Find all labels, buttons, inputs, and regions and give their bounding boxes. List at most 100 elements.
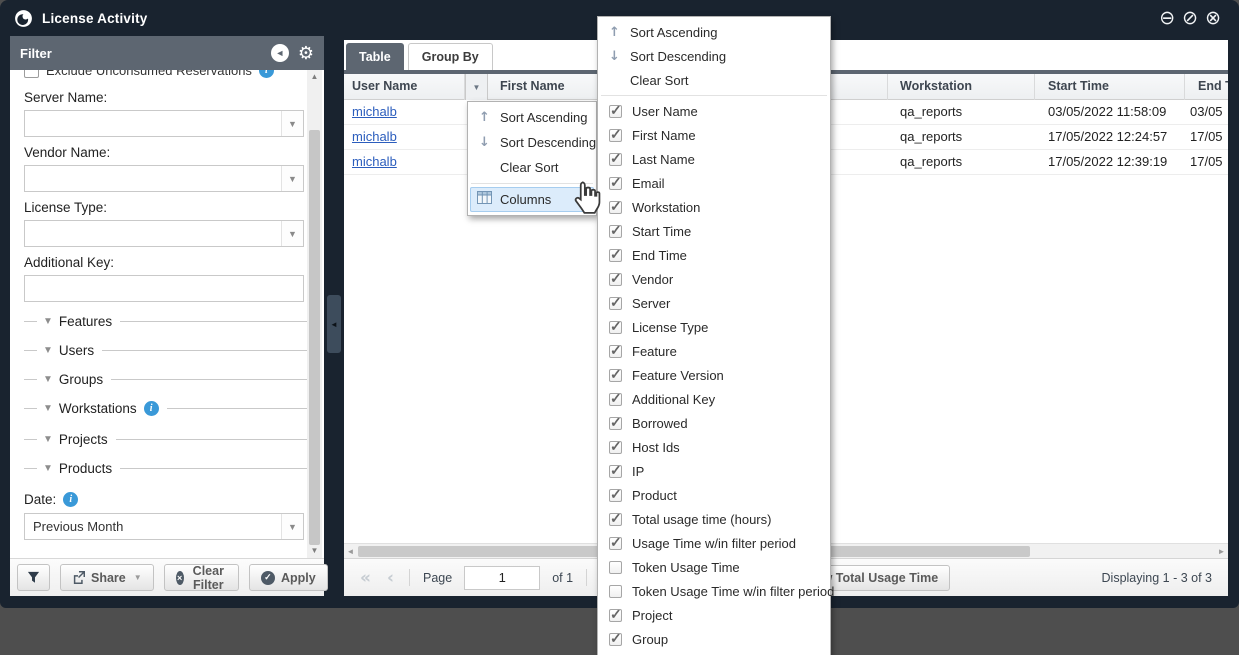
checked-checkbox-icon[interactable]	[609, 105, 622, 118]
checked-checkbox-icon[interactable]	[609, 225, 622, 238]
user-name-link[interactable]: michalb	[352, 154, 397, 169]
menu-item-sort-descending[interactable]: ↓ Sort Descending	[600, 44, 828, 68]
checked-checkbox-icon[interactable]	[609, 153, 622, 166]
checked-checkbox-icon[interactable]	[609, 249, 622, 262]
menu-item-sort-ascending[interactable]: ↑ Sort Ascending	[470, 105, 594, 130]
info-icon[interactable]: i	[63, 492, 78, 507]
section-products[interactable]: ▼ Products	[24, 458, 308, 478]
columns-menu-item[interactable]: Last Name	[600, 147, 828, 171]
menu-item-sort-ascending[interactable]: ↑ Sort Ascending	[600, 20, 828, 44]
columns-menu-item[interactable]: Product	[600, 483, 828, 507]
columns-menu-item[interactable]: Borrowed	[600, 411, 828, 435]
columns-menu-item[interactable]: Total usage time (hours)	[600, 507, 828, 531]
close-icon[interactable]: ⊗	[1205, 9, 1221, 28]
tab-group-by[interactable]: Group By	[408, 43, 493, 70]
column-header-user-name[interactable]: User Name	[344, 74, 465, 100]
scroll-up-icon[interactable]: ▲	[307, 70, 322, 84]
minimize-icon[interactable]: ⊖	[1159, 9, 1175, 28]
menu-item-sort-descending[interactable]: ↓ Sort Descending	[470, 130, 594, 155]
columns-menu-item[interactable]: Additional Key	[600, 387, 828, 411]
columns-menu-item[interactable]: Project	[600, 603, 828, 627]
columns-menu-item[interactable]: Start Time	[600, 219, 828, 243]
scrollbar-thumb[interactable]	[309, 130, 320, 545]
columns-menu-item[interactable]: Group	[600, 627, 828, 651]
clear-filter-button[interactable]: × Clear Filter	[164, 564, 239, 591]
additional-key-input[interactable]	[24, 275, 304, 302]
columns-menu-item[interactable]	[600, 651, 828, 655]
section-projects[interactable]: ▼ Projects	[24, 429, 308, 449]
scroll-right-icon[interactable]: ►	[1215, 544, 1228, 558]
menu-item-columns[interactable]: Columns	[470, 187, 594, 212]
columns-menu-item[interactable]: Host Ids	[600, 435, 828, 459]
section-groups[interactable]: ▼ Groups	[24, 369, 308, 389]
column-header-workstation[interactable]: Workstation	[888, 74, 1035, 100]
vendor-name-combo[interactable]: ▼	[24, 165, 304, 192]
checked-checkbox-icon[interactable]	[609, 513, 622, 526]
columns-menu-item[interactable]: Token Usage Time w/in filter period	[600, 579, 828, 603]
tab-table[interactable]: Table	[346, 43, 404, 70]
column-header-end-time[interactable]: End Time	[1186, 74, 1228, 100]
user-name-link[interactable]: michalb	[352, 129, 397, 144]
date-combo[interactable]: Previous Month ▼	[24, 513, 304, 540]
columns-menu-item[interactable]: First Name	[600, 123, 828, 147]
info-icon[interactable]: i	[144, 401, 159, 416]
columns-menu-item[interactable]: License Type	[600, 315, 828, 339]
server-name-combo[interactable]: ▼	[24, 110, 304, 137]
columns-menu-item[interactable]: Feature Version	[600, 363, 828, 387]
section-features[interactable]: ▼ Features	[24, 311, 308, 331]
checked-checkbox-icon[interactable]	[609, 129, 622, 142]
filter-scrollbar[interactable]: ▲ ▼	[307, 70, 322, 558]
checked-checkbox-icon[interactable]	[609, 441, 622, 454]
checked-checkbox-icon[interactable]	[609, 177, 622, 190]
checked-checkbox-icon[interactable]	[609, 345, 622, 358]
unchecked-checkbox-icon[interactable]	[609, 561, 622, 574]
checkbox-icon[interactable]	[24, 70, 39, 78]
license-type-combo[interactable]: ▼	[24, 220, 304, 247]
scroll-down-icon[interactable]: ▼	[307, 544, 322, 558]
share-button[interactable]: Share ▼	[60, 564, 154, 591]
page-number-input[interactable]	[464, 566, 540, 590]
columns-menu-item[interactable]: Vendor	[600, 267, 828, 291]
checked-checkbox-icon[interactable]	[609, 465, 622, 478]
chevron-down-icon[interactable]: ▼	[281, 166, 303, 191]
checked-checkbox-icon[interactable]	[609, 633, 622, 646]
columns-menu-item[interactable]: Email	[600, 171, 828, 195]
column-menu-trigger[interactable]: ▼	[465, 74, 488, 100]
columns-menu-item[interactable]: User Name	[600, 99, 828, 123]
column-header-start-time[interactable]: Start Time	[1036, 74, 1185, 100]
user-name-link[interactable]: michalb	[352, 104, 397, 119]
columns-menu-item[interactable]: End Time	[600, 243, 828, 267]
collapse-panel-icon[interactable]: ◄	[271, 44, 289, 62]
checked-checkbox-icon[interactable]	[609, 489, 622, 502]
filter-button[interactable]	[17, 564, 50, 591]
columns-menu-item[interactable]: Feature	[600, 339, 828, 363]
chevron-down-icon[interactable]: ▼	[281, 221, 303, 246]
unchecked-checkbox-icon[interactable]	[609, 585, 622, 598]
menu-item-clear-sort[interactable]: Clear Sort	[600, 68, 828, 92]
info-icon[interactable]: i	[259, 70, 274, 78]
checked-checkbox-icon[interactable]	[609, 273, 622, 286]
checked-checkbox-icon[interactable]	[609, 297, 622, 310]
checked-checkbox-icon[interactable]	[609, 609, 622, 622]
apply-button[interactable]: ✓ Apply	[249, 564, 328, 591]
checked-checkbox-icon[interactable]	[609, 201, 622, 214]
checked-checkbox-icon[interactable]	[609, 537, 622, 550]
chevron-down-icon[interactable]: ▼	[281, 514, 303, 539]
restore-icon[interactable]: ⊘	[1182, 9, 1198, 28]
checked-checkbox-icon[interactable]	[609, 369, 622, 382]
columns-menu-item[interactable]: IP	[600, 459, 828, 483]
splitter-collapse-handle[interactable]: ◄	[327, 295, 341, 353]
menu-item-clear-sort[interactable]: Clear Sort	[470, 155, 594, 180]
columns-menu-item[interactable]: Workstation	[600, 195, 828, 219]
checked-checkbox-icon[interactable]	[609, 393, 622, 406]
chevron-down-icon[interactable]: ▼	[281, 111, 303, 136]
checked-checkbox-icon[interactable]	[609, 321, 622, 334]
columns-menu-item[interactable]: Usage Time w/in filter period	[600, 531, 828, 555]
checked-checkbox-icon[interactable]	[609, 417, 622, 430]
columns-menu-item[interactable]: Token Usage Time	[600, 555, 828, 579]
scroll-left-icon[interactable]: ◄	[344, 544, 357, 558]
first-page-icon[interactable]: «	[352, 568, 379, 588]
previous-page-icon[interactable]: ‹	[379, 568, 402, 588]
section-workstations[interactable]: ▼ Workstations i	[24, 398, 308, 418]
columns-menu-item[interactable]: Server	[600, 291, 828, 315]
